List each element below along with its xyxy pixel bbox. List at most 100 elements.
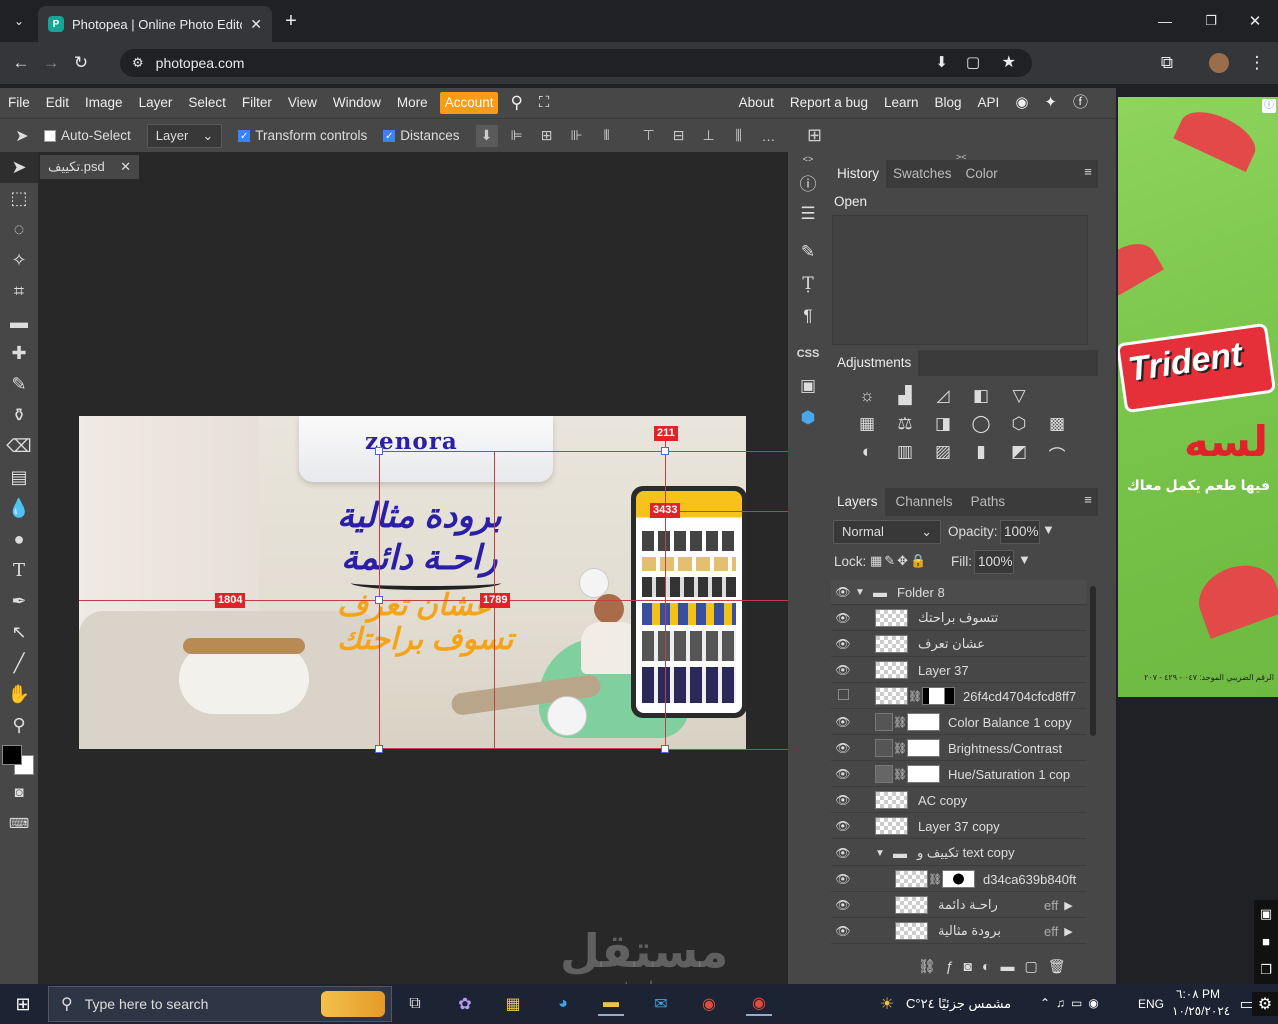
visibility-eye-icon[interactable]: 👁 <box>831 637 855 651</box>
ad-info-icon[interactable]: ⓘ <box>1262 99 1276 113</box>
tab-layers[interactable]: Layers <box>830 488 885 516</box>
layer-row[interactable]: 👁 Layer 37 <box>831 658 1086 683</box>
visibility-eye-icon[interactable]: 👁 <box>831 819 855 833</box>
menu-image[interactable]: Image <box>77 88 131 118</box>
document-tab[interactable]: تكييف.psd ✕ <box>40 155 139 179</box>
move-tool-icon[interactable]: ➤ <box>0 152 38 183</box>
task-view-icon[interactable]: ⧉ <box>402 992 428 1016</box>
copy-icon[interactable]: ❐ <box>1260 962 1272 978</box>
effects-expand-icon[interactable]: ▶ <box>1064 899 1072 912</box>
posterize-adjust-icon[interactable]: ▥ <box>886 442 924 467</box>
edge-icon[interactable]: ◕ <box>550 992 576 1016</box>
system-tray-icons[interactable]: ⌃♫▭◉ <box>1040 996 1105 1010</box>
curves-adjust-icon[interactable]: ◿ <box>924 386 962 406</box>
transform-handle-tl[interactable] <box>375 447 383 455</box>
forward-icon[interactable]: → <box>36 48 66 78</box>
copilot-icon[interactable]: ✿ <box>452 992 478 1016</box>
new-layer-icon[interactable]: ▢ <box>1025 958 1038 975</box>
layer-mask-thumbnail[interactable] <box>907 765 940 783</box>
layer-mask-thumbnail[interactable] <box>907 739 940 757</box>
menu-edit[interactable]: Edit <box>38 88 77 118</box>
menu-api[interactable]: API <box>970 88 1008 118</box>
visibility-eye-icon[interactable]: 👁 <box>831 611 855 625</box>
address-bar[interactable]: ⚙ photopea.com ⬇ ▢ ★ <box>120 49 1032 77</box>
history-panel-menu-icon[interactable]: ≡ <box>1078 162 1098 182</box>
browser-menu-icon[interactable]: ⋮ <box>1242 48 1272 78</box>
visibility-eye-icon[interactable]: 👁 <box>831 846 855 860</box>
distances-checkbox[interactable]: ✓ Distances <box>383 128 460 143</box>
new-group-icon[interactable]: ▬ <box>1001 958 1015 975</box>
layer-row[interactable]: 👁 تتسوف براحتك <box>831 606 1086 631</box>
magic-wand-tool-icon[interactable]: ✧ <box>0 245 38 276</box>
distribute-icon[interactable]: ⫴ <box>596 125 618 147</box>
color-lookup-adjust-icon[interactable]: ▩ <box>1038 414 1076 434</box>
layer-row[interactable]: 👁 ⛓ Brightness/Contrast <box>831 736 1086 761</box>
weather-text[interactable]: مشمس جزئيًا ٢٤°C <box>906 996 1011 1012</box>
color-swatches[interactable] <box>0 741 38 777</box>
menu-filter[interactable]: Filter <box>234 88 280 118</box>
blur-tool-icon[interactable]: 💧 <box>0 493 38 524</box>
marquee-tool-icon[interactable]: ⬚ <box>0 183 38 214</box>
close-tab-icon[interactable]: ✕ <box>250 16 262 33</box>
color-balance-adjust-icon[interactable]: ⚖ <box>886 414 924 434</box>
foreground-color-swatch[interactable] <box>2 745 22 765</box>
visibility-eye-icon[interactable]: 👁 <box>831 898 855 912</box>
hand-tool-icon[interactable]: ✋ <box>0 679 38 710</box>
replace-color-adjust-icon[interactable]: ⌒ <box>1038 442 1076 467</box>
lock-icons[interactable]: ▦✎✥🔒 <box>870 553 928 569</box>
menu-select[interactable]: Select <box>180 88 234 118</box>
photo-filter-adjust-icon[interactable]: ◯ <box>962 414 1000 434</box>
layer-mask-thumbnail[interactable] <box>907 713 940 731</box>
effects-expand-icon[interactable]: ▶ <box>1064 925 1072 938</box>
search-icon[interactable]: ⚲ <box>502 88 530 118</box>
ruler-tool-icon[interactable]: ▬ <box>0 307 38 338</box>
screen-mode-icon[interactable]: ⌨ <box>0 808 38 839</box>
layer-select-dropdown[interactable]: Layer ⌄ <box>146 123 223 148</box>
menu-window[interactable]: Window <box>325 88 389 118</box>
reddit-icon[interactable]: ◉ <box>1007 88 1036 118</box>
clock-date[interactable]: ١٠/٢٥/٢٠٢٤ <box>1172 1004 1230 1018</box>
align-top-icon[interactable]: ⊤ <box>638 125 660 147</box>
character-panel-icon[interactable]: Ṭ <box>788 268 828 300</box>
visibility-eye-icon[interactable]: 👁 <box>831 715 855 729</box>
transform-handle-bl[interactable] <box>375 745 383 753</box>
visibility-eye-icon[interactable]: 👁 <box>831 741 855 755</box>
menu-report-bug[interactable]: Report a bug <box>782 88 876 118</box>
visibility-eye-hidden[interactable] <box>831 689 855 703</box>
channel-mixer-adjust-icon[interactable]: ⬡ <box>1000 414 1038 434</box>
layer-row[interactable]: 👁 راحـة دائمة eff ▶ <box>831 893 1086 918</box>
close-document-icon[interactable]: ✕ <box>120 159 131 175</box>
more-options-icon[interactable]: … <box>758 125 780 147</box>
align-right-icon[interactable]: ⊪ <box>566 125 588 147</box>
windows-start-icon[interactable]: ⊞ <box>0 994 46 1015</box>
layer-mask-thumbnail[interactable] <box>922 687 955 705</box>
align-center-icon[interactable]: ⊞ <box>536 125 558 147</box>
brush-tool-icon[interactable]: ✎ <box>0 369 38 400</box>
eraser-tool-icon[interactable]: ⌫ <box>0 431 38 462</box>
layer-row[interactable]: 👁 ⛓ d34ca639b840ft <box>831 867 1086 892</box>
folder-expand-icon[interactable]: ▼ <box>855 587 873 598</box>
fill-input[interactable]: 100% <box>974 550 1014 574</box>
browser-tab[interactable]: P Photopea | Online Photo Editor ✕ <box>38 6 272 42</box>
auto-select-checkbox[interactable]: Auto-Select <box>44 128 131 143</box>
visibility-eye-icon[interactable]: 👁 <box>831 793 855 807</box>
history-item[interactable]: Open <box>830 188 1098 215</box>
blend-mode-dropdown[interactable]: Normal ⌄ <box>833 520 941 544</box>
healing-tool-icon[interactable]: ✚ <box>0 338 38 369</box>
store-icon[interactable]: ▦ <box>500 992 526 1016</box>
threshold-adjust-icon[interactable]: ▨ <box>924 442 962 467</box>
layer-row[interactable]: 👁 ▼ ▬ Folder 8 <box>831 580 1086 605</box>
layer-row[interactable]: 👁 ⛓ Hue/Saturation 1 cop <box>831 762 1086 787</box>
window-close-icon[interactable]: ✕ <box>1240 6 1270 36</box>
properties-panel-icon[interactable]: ☰ <box>788 198 828 230</box>
account-button[interactable]: Account <box>439 92 499 114</box>
video-icon[interactable]: ■ <box>1262 934 1270 949</box>
dodge-tool-icon[interactable]: ● <box>0 524 38 555</box>
chrome-icon[interactable]: ◉ <box>696 992 722 1016</box>
menu-view[interactable]: View <box>280 88 325 118</box>
transform-controls-checkbox[interactable]: ✓ Transform controls <box>238 128 367 143</box>
distribute-horizontal-icon[interactable]: ⫼ <box>728 125 750 147</box>
page-icon[interactable]: ▢ <box>966 53 980 71</box>
quick-mask-icon[interactable]: ◙ <box>0 777 38 808</box>
delete-layer-icon[interactable]: 🗑 <box>1048 958 1066 975</box>
